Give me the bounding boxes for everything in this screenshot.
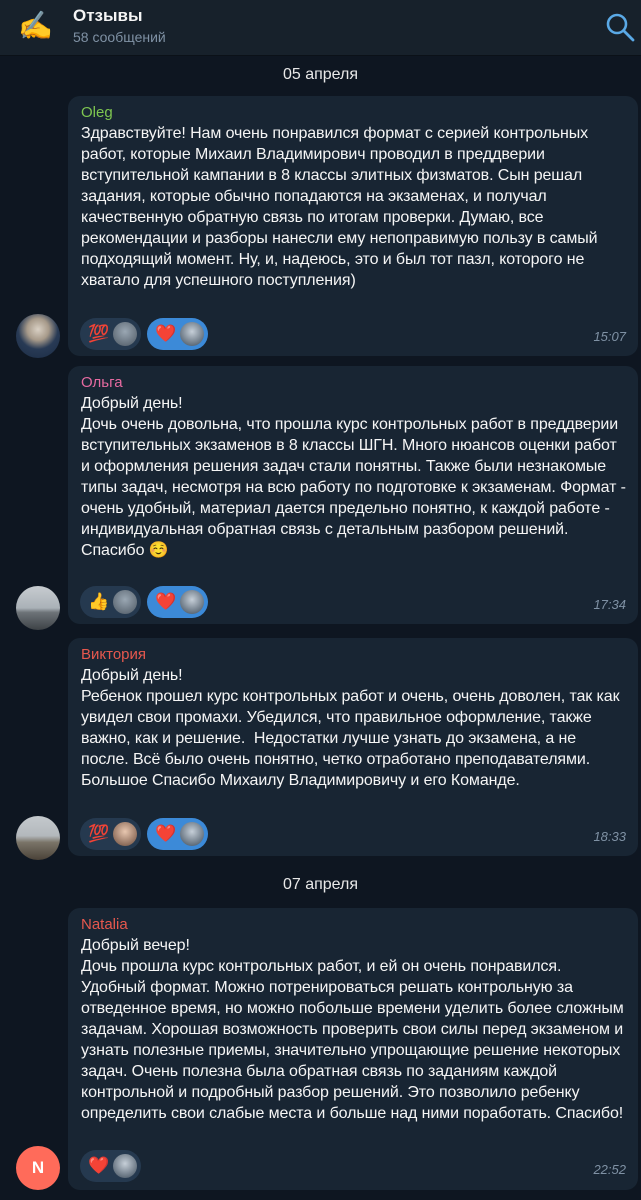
message-author[interactable]: Oleg — [81, 103, 626, 123]
reactor-avatar — [180, 322, 205, 346]
message-author[interactable]: Natalia — [81, 915, 626, 935]
reaction-bar: 💯 ❤️ — [80, 818, 209, 850]
chat-header: ✍️ Отзывы 58 сообщений — [0, 0, 641, 56]
date-separator: 05 апреля — [282, 66, 359, 83]
heart-icon: ❤️ — [88, 1156, 110, 1175]
reactor-avatar — [180, 590, 205, 614]
message-text: Добрый день! Дочь очень довольна, что пр… — [81, 395, 626, 559]
message-text: Добрый день! Ребенок прошел курс контрол… — [81, 667, 620, 789]
chat-title[interactable]: Отзывы — [73, 6, 143, 26]
reaction-hundred[interactable]: 💯 — [80, 818, 142, 850]
message-time: 15:07 — [593, 329, 626, 344]
message-text: Здравствуйте! Нам очень понравился форма… — [81, 125, 602, 289]
message-bubble[interactable]: Natalia Добрый вечер! Дочь прошла курс к… — [68, 908, 638, 1190]
reaction-bar: ❤️ — [80, 1150, 142, 1182]
message-bubble[interactable]: Виктория Добрый день! Ребенок прошел кур… — [68, 638, 638, 856]
heart-icon: ❤️ — [155, 824, 177, 843]
message-author[interactable]: Виктория — [81, 645, 626, 665]
message-time: 22:52 — [593, 1162, 626, 1177]
message-bubble[interactable]: Ольга Добрый день! Дочь очень довольна, … — [68, 366, 638, 624]
message-time: 18:33 — [593, 829, 626, 844]
date-separator: 07 апреля — [282, 876, 359, 893]
reactor-avatar — [113, 1154, 138, 1178]
hundred-points-icon: 💯 — [88, 324, 110, 343]
avatar[interactable] — [16, 586, 60, 630]
reaction-bar: 💯 ❤️ — [80, 318, 209, 350]
message-list[interactable]: 05 апреля Oleg Здравствуйте! Нам очень п… — [0, 56, 641, 1200]
message-time: 17:34 — [593, 597, 626, 612]
avatar[interactable] — [16, 314, 60, 358]
hundred-points-icon: 💯 — [88, 824, 110, 843]
writing-hand-icon: ✍️ — [18, 10, 53, 41]
reactor-avatar — [113, 822, 138, 846]
reaction-hundred[interactable]: 💯 — [80, 318, 142, 350]
avatar[interactable]: N — [16, 1146, 60, 1190]
reaction-bar: 👍 ❤️ — [80, 586, 209, 618]
avatar[interactable] — [16, 816, 60, 860]
thumbs-up-icon: 👍 — [88, 592, 110, 611]
reaction-thumbs-up[interactable]: 👍 — [80, 586, 142, 618]
reaction-heart[interactable]: ❤️ — [147, 818, 209, 850]
heart-icon: ❤️ — [155, 592, 177, 611]
reaction-heart[interactable]: ❤️ — [147, 586, 209, 618]
message-count: 58 сообщений — [73, 29, 166, 45]
reactor-avatar — [113, 322, 138, 346]
reactor-avatar — [113, 590, 138, 614]
reaction-heart[interactable]: ❤️ — [80, 1150, 142, 1182]
heart-icon: ❤️ — [155, 324, 177, 343]
message-text: Добрый вечер! Дочь прошла курс контрольн… — [81, 937, 624, 1122]
reactor-avatar — [180, 822, 205, 846]
reaction-heart[interactable]: ❤️ — [147, 318, 209, 350]
message-author[interactable]: Ольга — [81, 373, 626, 393]
search-icon[interactable] — [603, 10, 637, 44]
message-bubble[interactable]: Oleg Здравствуйте! Нам очень понравился … — [68, 96, 638, 356]
